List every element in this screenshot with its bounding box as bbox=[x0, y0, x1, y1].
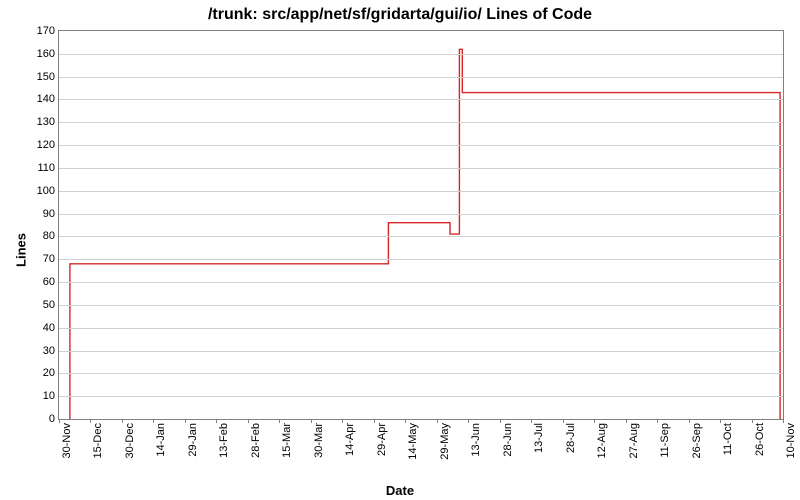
x-tick: 28-Jun bbox=[502, 423, 514, 457]
gridline bbox=[59, 396, 783, 397]
x-tick: 13-Feb bbox=[218, 423, 230, 458]
x-tick: 30-Mar bbox=[313, 423, 325, 458]
y-tick: 20 bbox=[43, 367, 55, 379]
y-tick: 130 bbox=[37, 116, 55, 128]
y-tick: 90 bbox=[43, 208, 55, 220]
line-series bbox=[59, 31, 783, 419]
x-tick-mark bbox=[437, 419, 438, 423]
x-tick: 27-Aug bbox=[628, 423, 640, 458]
y-axis-label: Lines bbox=[13, 233, 28, 267]
x-tick: 11-Sep bbox=[659, 423, 671, 458]
x-tick-mark bbox=[563, 419, 564, 423]
x-tick-mark bbox=[311, 419, 312, 423]
y-tick: 100 bbox=[37, 185, 55, 197]
y-tick: 10 bbox=[43, 390, 55, 402]
chart-title: /trunk: src/app/net/sf/gridarta/gui/io/ … bbox=[0, 6, 800, 24]
x-tick-mark bbox=[783, 419, 784, 423]
x-tick-mark bbox=[720, 419, 721, 423]
gridline bbox=[59, 168, 783, 169]
x-tick: 29-Apr bbox=[376, 423, 388, 456]
x-tick: 29-Jan bbox=[187, 423, 199, 457]
gridline bbox=[59, 122, 783, 123]
x-tick: 28-Jul bbox=[565, 423, 577, 453]
x-tick: 14-May bbox=[407, 423, 419, 460]
gridline bbox=[59, 214, 783, 215]
x-tick-mark bbox=[248, 419, 249, 423]
gridline bbox=[59, 328, 783, 329]
x-tick: 14-Jan bbox=[155, 423, 167, 457]
x-tick: 26-Sep bbox=[691, 423, 703, 458]
gridline bbox=[59, 191, 783, 192]
x-tick: 13-Jun bbox=[470, 423, 482, 457]
y-tick: 50 bbox=[43, 299, 55, 311]
x-tick: 30-Dec bbox=[124, 423, 136, 458]
y-tick: 160 bbox=[37, 48, 55, 60]
x-tick-mark bbox=[594, 419, 595, 423]
y-tick: 110 bbox=[37, 162, 55, 174]
x-tick-mark bbox=[626, 419, 627, 423]
x-tick: 10-Nov bbox=[785, 423, 797, 458]
y-tick: 120 bbox=[37, 139, 55, 151]
gridline bbox=[59, 99, 783, 100]
x-tick-mark bbox=[59, 419, 60, 423]
x-tick: 30-Nov bbox=[61, 423, 73, 458]
x-tick-mark bbox=[122, 419, 123, 423]
x-axis-label: Date bbox=[0, 483, 800, 498]
gridline bbox=[59, 282, 783, 283]
plot-area: 0102030405060708090100110120130140150160… bbox=[58, 30, 784, 420]
x-tick: 12-Aug bbox=[596, 423, 608, 458]
x-tick-mark bbox=[689, 419, 690, 423]
y-tick: 60 bbox=[43, 276, 55, 288]
gridline bbox=[59, 259, 783, 260]
x-tick-mark bbox=[374, 419, 375, 423]
chart-container: /trunk: src/app/net/sf/gridarta/gui/io/ … bbox=[0, 0, 800, 500]
gridline bbox=[59, 305, 783, 306]
x-tick-mark bbox=[657, 419, 658, 423]
series-line bbox=[70, 49, 780, 419]
x-tick: 15-Dec bbox=[92, 423, 104, 458]
y-tick: 0 bbox=[49, 413, 55, 425]
x-tick: 13-Jul bbox=[533, 423, 545, 453]
x-tick-mark bbox=[500, 419, 501, 423]
y-tick: 70 bbox=[43, 253, 55, 265]
y-tick: 30 bbox=[43, 345, 55, 357]
gridline bbox=[59, 77, 783, 78]
x-tick: 28-Feb bbox=[250, 423, 262, 458]
y-tick: 40 bbox=[43, 322, 55, 334]
x-tick: 26-Oct bbox=[754, 423, 766, 456]
gridline bbox=[59, 351, 783, 352]
gridline bbox=[59, 54, 783, 55]
y-tick: 80 bbox=[43, 230, 55, 242]
gridline bbox=[59, 373, 783, 374]
x-tick-mark bbox=[752, 419, 753, 423]
x-tick: 15-Mar bbox=[281, 423, 293, 458]
x-tick: 29-May bbox=[439, 423, 451, 460]
x-tick: 14-Apr bbox=[344, 423, 356, 456]
gridline bbox=[59, 236, 783, 237]
x-tick: 11-Oct bbox=[722, 423, 734, 455]
x-tick-mark bbox=[185, 419, 186, 423]
y-tick: 140 bbox=[37, 93, 55, 105]
y-tick: 170 bbox=[37, 25, 55, 37]
gridline bbox=[59, 145, 783, 146]
y-tick: 150 bbox=[37, 71, 55, 83]
